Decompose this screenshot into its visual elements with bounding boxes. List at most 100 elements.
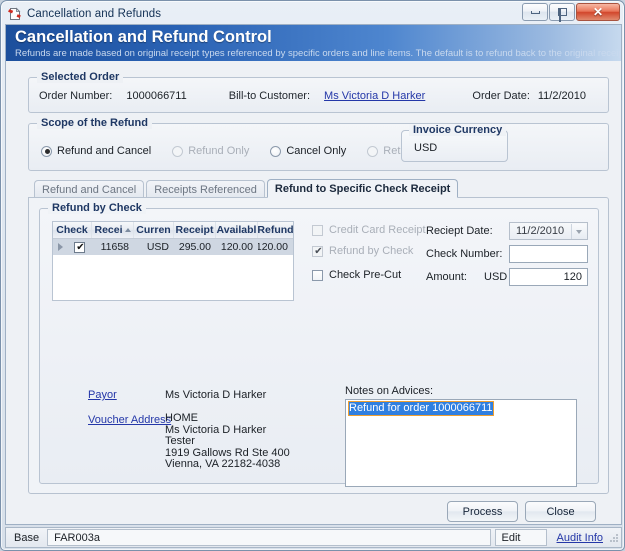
checkbox-icon: [312, 224, 323, 236]
row-marker-icon: [57, 243, 63, 251]
status-bar: Base FAR003a Edit Audit Info: [5, 527, 622, 548]
client-area: Cancellation and Refund Control Refunds …: [5, 24, 622, 525]
order-number-value: 1000066711: [126, 90, 187, 102]
grid-col-currency[interactable]: Curren: [134, 222, 174, 238]
checkbox-icon: [312, 269, 323, 281]
invoice-currency-value: USD: [414, 142, 438, 154]
status-mode: Edit: [494, 529, 547, 546]
order-number-label: Order Number:: [39, 90, 113, 102]
resize-grip-icon[interactable]: [609, 533, 619, 543]
checkbox-label: Check Pre-Cut: [329, 269, 402, 281]
payor-link[interactable]: Payor: [88, 389, 117, 401]
grid-col-label: Recei: [94, 224, 123, 236]
tab-refund-and-cancel[interactable]: Refund and Cancel: [34, 180, 145, 198]
checkbox-refund-by-check[interactable]: Refund by Check: [312, 245, 414, 258]
restore-icon: [557, 8, 567, 22]
tab-label: Refund to Specific Check Receipt: [274, 182, 451, 195]
row-indicator: [53, 243, 67, 251]
refund-by-check-title: Refund by Check: [48, 202, 146, 214]
radio-icon: [41, 145, 52, 157]
document-refund-icon: [8, 7, 22, 21]
checkbox-label: Refund by Check: [329, 245, 414, 257]
checkbox-icon: [312, 245, 324, 258]
title-bar: Cancellation and Refunds ✕: [4, 3, 621, 23]
checkbox-check-pre-cut[interactable]: Check Pre-Cut: [312, 269, 401, 281]
form-body: Selected Order Order Number: 1000066711 …: [6, 61, 621, 524]
sort-ascending-icon: [124, 228, 131, 232]
radio-refund-and-cancel[interactable]: Refund and Cancel: [41, 145, 151, 157]
notes-on-advices-textarea[interactable]: Refund for order 1000066711: [345, 399, 577, 487]
tab-panel: Refund by Check Check Recei Curren Recei…: [28, 197, 609, 494]
radio-icon: [367, 145, 379, 157]
checkbox-credit-card-receipt[interactable]: Credit Card Receipt: [312, 224, 426, 236]
bill-to-customer-label: Bill-to Customer:: [228, 90, 311, 102]
grid-col-receipt-number[interactable]: Recei: [92, 222, 134, 238]
chevron-down-icon[interactable]: [571, 224, 586, 239]
voucher-address-value: HOME Ms Victoria D Harker Tester 1919 Ga…: [165, 412, 290, 471]
order-date-label: Order Date:: [472, 90, 530, 102]
radio-icon: [172, 145, 184, 157]
grid-col-label: Refund: [258, 224, 293, 236]
audit-info-link[interactable]: Audit Info: [549, 529, 607, 546]
radio-refund-only[interactable]: Refund Only: [172, 145, 249, 157]
close-dialog-button[interactable]: Close: [525, 501, 596, 522]
bill-to-customer-link[interactable]: Ms Victoria D Harker: [324, 90, 425, 102]
selected-order-group: Selected Order Order Number: 1000066711 …: [28, 71, 609, 113]
grid-col-receipt-amount[interactable]: Receipt: [174, 222, 216, 238]
window-controls: ✕: [522, 3, 620, 22]
amount-currency-label: USD: [484, 271, 508, 283]
radio-cancel-only[interactable]: Cancel Only: [270, 145, 346, 157]
application-window: Cancellation and Refunds ✕ Cancellation …: [0, 0, 625, 551]
receipt-date-combo[interactable]: 11/2/2010: [509, 222, 588, 240]
order-date-value: 11/2/2010: [537, 90, 586, 102]
radio-label: Refund and Cancel: [57, 145, 152, 157]
radio-icon: [270, 145, 282, 157]
page-title: Cancellation and Refund Control: [15, 28, 272, 46]
tab-refund-to-specific-check-receipt[interactable]: Refund to Specific Check Receipt: [266, 179, 459, 198]
grid-col-label: Receipt: [175, 224, 214, 236]
tab-strip: Refund and Cancel Receipts Referenced Re…: [34, 179, 460, 198]
page-banner: Cancellation and Refund Control Refunds …: [6, 25, 621, 61]
grid-col-available[interactable]: Availabl: [216, 222, 258, 238]
row-currency: USD: [146, 241, 169, 253]
status-base-label: Base: [14, 531, 40, 544]
row-receipt-amount: 295.00: [178, 241, 211, 253]
scope-of-refund-group: Scope of the Refund Refund and Cancel Re…: [28, 117, 609, 171]
scope-group-title: Scope of the Refund: [37, 117, 152, 129]
grid-header-row: Check Recei Curren Receipt Availabl Refu…: [53, 222, 293, 239]
voucher-address-link[interactable]: Voucher Address: [88, 414, 171, 426]
check-number-label: Check Number:: [426, 248, 503, 260]
selected-order-group-title: Selected Order: [37, 71, 124, 83]
amount-input[interactable]: 120: [509, 268, 588, 286]
radio-label: Refund Only: [188, 145, 250, 157]
window-title: Cancellation and Refunds: [27, 7, 162, 20]
minimize-button[interactable]: [522, 3, 548, 21]
grid-col-label: Curren: [136, 224, 171, 236]
invoice-currency-title: Invoice Currency: [409, 124, 507, 136]
row-refund: 120.00: [258, 241, 288, 253]
close-button[interactable]: ✕: [576, 3, 620, 21]
amount-label: Amount:: [426, 271, 467, 283]
status-form-code: FAR003a: [47, 529, 491, 546]
check-receipts-grid[interactable]: Check Recei Curren Receipt Availabl Refu…: [52, 221, 294, 301]
table-row[interactable]: 11658 USD 295.00 120.00 120.00: [53, 239, 293, 255]
grid-col-refund[interactable]: Refund: [258, 222, 293, 238]
invoice-currency-group: Invoice Currency USD: [401, 124, 508, 162]
row-checkbox[interactable]: [74, 241, 86, 253]
grid-col-label: Check: [56, 224, 88, 236]
page-subtitle: Refunds are made based on original recei…: [15, 48, 621, 59]
payor-value: Ms Victoria D Harker: [165, 389, 267, 401]
process-button[interactable]: Process: [447, 501, 518, 522]
notes-on-advices-label: Notes on Advices:: [345, 385, 434, 397]
row-check-cell[interactable]: [67, 241, 92, 253]
check-number-input[interactable]: [509, 245, 588, 263]
grid-col-check[interactable]: Check: [53, 222, 92, 238]
grid-col-label: Availabl: [216, 224, 257, 236]
minimize-icon: [530, 10, 540, 14]
restore-button[interactable]: [549, 3, 575, 22]
receipt-date-value: 11/2/2010: [516, 225, 565, 237]
tab-label: Receipts Referenced: [154, 183, 257, 196]
tab-label: Refund and Cancel: [42, 183, 137, 196]
close-button-label: Close: [546, 505, 575, 518]
tab-receipts-referenced[interactable]: Receipts Referenced: [146, 180, 265, 198]
